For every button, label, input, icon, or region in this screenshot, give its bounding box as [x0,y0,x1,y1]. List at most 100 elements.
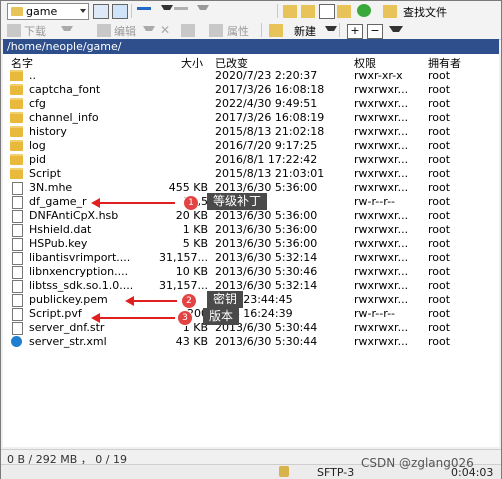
file-icon [12,322,23,335]
file-perms: rwxrwxr... [354,293,409,306]
properties-icon[interactable] [209,24,223,37]
file-date: 2017/3/26 16:08:19 [215,111,325,124]
download-dropdown-icon[interactable] [61,26,73,37]
file-perms: rwxrwxr... [354,279,409,292]
file-row[interactable]: server_dnf.str 1 KB 2013/6/30 5:30:44 rwxrw… [3,321,499,335]
back-dropdown-icon[interactable] [161,5,173,18]
file-owner: root [428,195,451,208]
file-owner: root [428,153,451,166]
file-icon [12,196,23,209]
new-folder-icon[interactable] [269,24,283,37]
folder-icon [10,140,23,151]
home-icon[interactable] [319,4,335,19]
file-owner: root [428,265,451,278]
file-perms: rwxrwxr... [354,153,409,166]
file-perms: rwxrwxr... [354,125,409,138]
file-row[interactable]: log 2016/7/20 9:17:25 rwxrwxr... root [3,139,499,153]
file-perms: rwxrwxr... [354,265,409,278]
download-icon[interactable] [7,24,21,37]
file-date: 2020/7/23 2:20:37 [215,69,318,82]
file-row[interactable]: channel_info 2017/3/26 16:08:19 rwxrwxr...… [3,111,499,125]
file-row[interactable]: libtss_sdk.so.1.0.... 31,157... 2013/6/30 … [3,279,499,293]
new-dropdown-icon[interactable] [325,26,337,37]
file-size: 5 KB [182,237,208,250]
file-owner: root [428,83,451,96]
file-perms: rwxrwxr... [354,237,409,250]
file-owner: root [428,69,451,82]
file-name: publickey.pem [29,293,108,306]
file-row[interactable]: DNFAntiCpX.hsb 20 KB 2013/6/30 5:36:00 rwxr… [3,209,499,223]
file-row[interactable]: pid 2016/8/1 17:22:42 rwxrwxr... root [3,153,499,167]
folder-icon [11,7,23,16]
back-arrow-icon[interactable] [137,7,151,10]
file-row[interactable]: cfg 2022/4/30 9:49:51 rwxrwxr... root [3,97,499,111]
delete-icon[interactable]: ✕ [160,24,174,37]
annotation-arrowhead-1 [91,198,100,208]
toolbar-actions: 下载 编辑 ✕ 属性 新建 + − [1,21,501,40]
filter-icon[interactable] [93,4,109,19]
annotation-badge-2: 2 [181,293,197,309]
file-row[interactable]: libnxencryption.... 10 KB 2013/6/30 5:30:4… [3,265,499,279]
expand-icon[interactable]: + [347,24,363,39]
file-owner: root [428,209,451,222]
file-row[interactable]: Script.pvf 200 1/24 16:24:39 rw-r--r-- root [3,307,499,321]
file-row[interactable]: Hshield.dat 1 KB 2013/6/30 5:36:00 rwxrwxr.… [3,223,499,237]
file-name: Hshield.dat [29,223,92,236]
file-row[interactable]: captcha_font 2017/3/26 16:08:18 rwxrwxr...… [3,83,499,97]
annotation-label-3: 版本 [203,308,240,325]
watermark: CSDN @zglang026 [361,456,474,470]
folder-icon[interactable] [337,5,351,18]
file-name: server_str.xml [29,335,107,348]
file-owner: root [428,111,451,124]
file-name: 3N.mhe [29,181,73,194]
file-name: Script.pvf [29,307,82,320]
folder-icon [10,126,23,137]
forward-dropdown-icon[interactable] [197,5,209,18]
edit-dropdown-icon[interactable] [143,26,155,37]
rename-icon[interactable] [181,24,195,37]
file-owner: root [428,321,451,334]
find-files-button[interactable]: 查找文件 [381,3,471,19]
file-owner: root [428,97,451,110]
file-perms: rwxrwxr... [354,111,409,124]
view-dropdown-icon[interactable] [389,26,403,38]
filter-toggle-icon[interactable] [112,4,128,19]
path-bar[interactable]: /home/neople/game/ [3,39,499,54]
file-name: history [29,125,67,138]
file-row[interactable]: libantisvrimport.... 31,157... 2013/6/30 5… [3,251,499,265]
edit-icon[interactable] [97,24,111,37]
file-icon [12,308,23,321]
folder-icon [10,84,23,95]
collapse-icon[interactable]: − [367,24,383,39]
file-owner: root [428,251,451,264]
file-row[interactable]: history 2015/8/13 21:02:18 rwxrwxr... root [3,125,499,139]
file-date: 2013/6/30 5:36:00 [215,209,318,222]
file-row[interactable]: publickey.pem 6/18 23:44:45 rwxrwxr... root [3,293,499,307]
file-row[interactable]: server_str.xml 43 KB 2013/6/30 5:30:44 rwxr… [3,335,499,349]
file-row[interactable]: HSPub.key 5 KB 2013/6/30 5:36:00 rwxrwxr...… [3,237,499,251]
location-combo[interactable]: game [7,3,89,20]
download-button[interactable]: 下载 [24,23,46,39]
folder-icon [10,112,23,123]
file-owner: root [428,293,451,306]
file-owner: root [428,139,451,152]
file-perms: rwxrwxr... [354,167,409,180]
edit-button[interactable]: 编辑 [114,23,136,39]
root-folder-icon[interactable] [301,5,315,18]
forward-arrow-icon[interactable] [174,7,188,10]
properties-button[interactable]: 属性 [227,23,249,39]
file-list: .. 2020/7/23 2:20:37 rwxr-xr-x root captcha_… [3,68,499,447]
file-row[interactable]: Script 2015/8/13 21:03:01 rwxrwxr... root [3,167,499,181]
new-button[interactable]: 新建 [294,23,316,39]
file-name: .. [29,69,36,82]
file-perms: rwxrwxr... [354,181,409,194]
file-row[interactable]: .. 2020/7/23 2:20:37 rwxr-xr-x root [3,69,499,83]
refresh-icon[interactable] [357,4,371,17]
annotation-badge-1: 1 [183,195,199,211]
annotation-arrow-2 [133,300,177,302]
file-name: cfg [29,97,46,110]
file-name: df_game_r [29,195,87,208]
file-size: 455 KB [168,181,208,194]
chevron-down-icon[interactable] [80,9,86,13]
parent-folder-icon[interactable] [283,5,297,18]
